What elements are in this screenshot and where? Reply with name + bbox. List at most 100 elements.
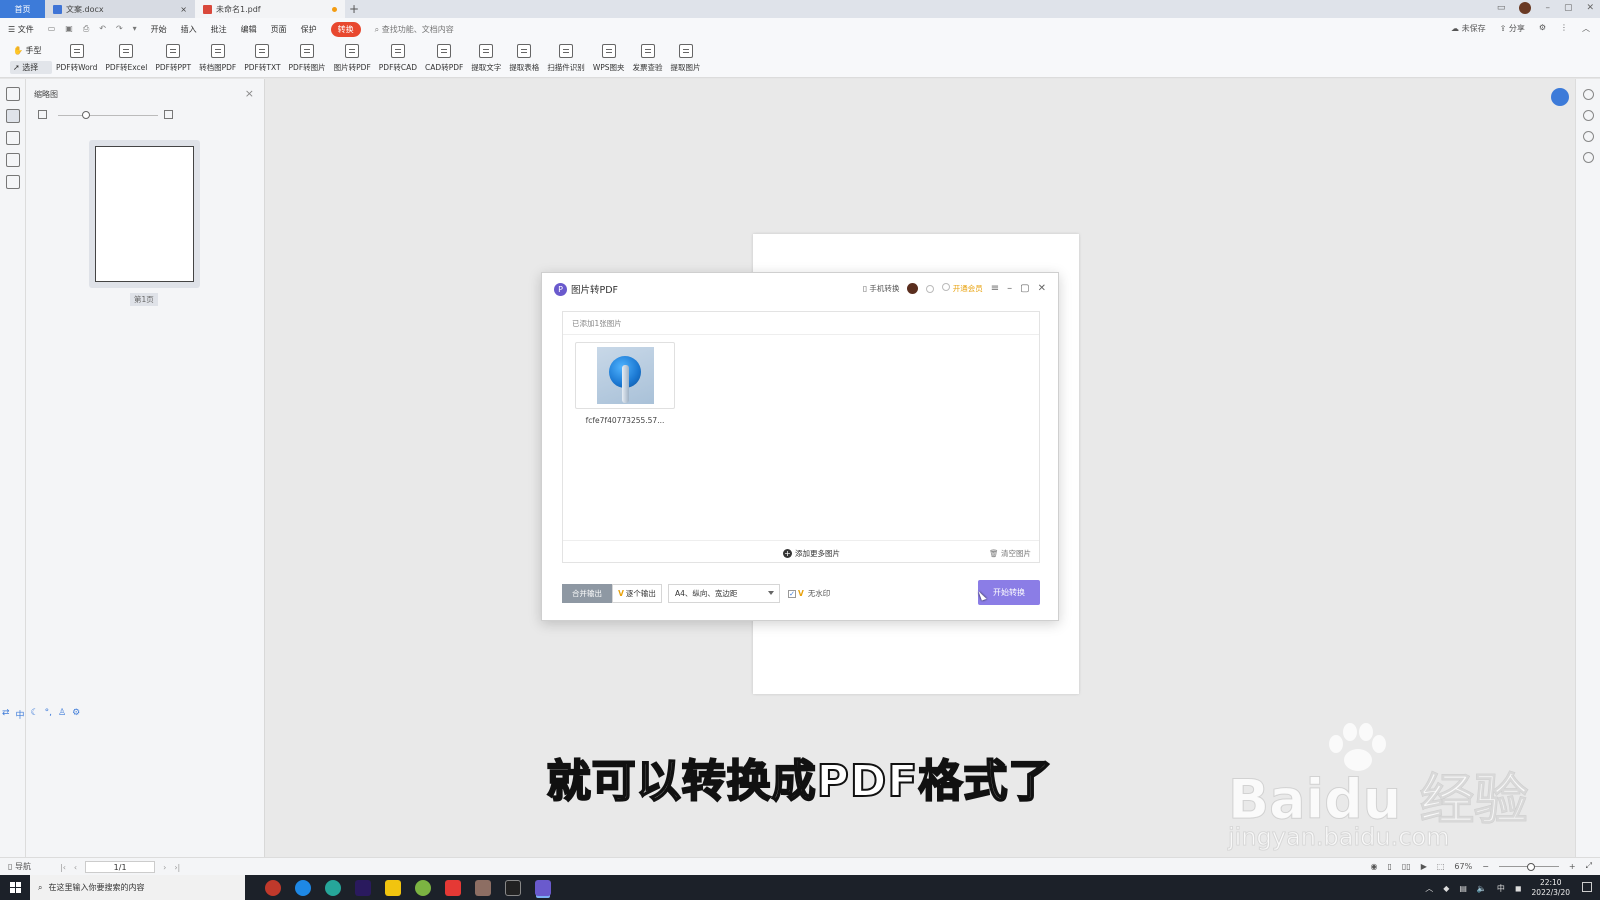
menu-item-insert[interactable]: 插入 (181, 24, 197, 35)
merge-output-button[interactable]: 合并输出 (562, 584, 612, 603)
floating-action-icon[interactable] (1551, 88, 1569, 106)
mobile-convert-button[interactable]: ▯ 手机转换 (863, 283, 900, 294)
eye-protection-icon[interactable]: ◉ (1370, 862, 1377, 871)
close-window-icon[interactable]: ✕ (1586, 3, 1594, 13)
file-explorer-icon[interactable] (385, 879, 401, 896)
menu-item-annotate[interactable]: 批注 (211, 24, 227, 35)
pdf-app-icon[interactable] (535, 879, 551, 896)
print-icon[interactable]: ⎙ (83, 24, 89, 34)
add-more-images-button[interactable]: + 添加更多图片 (783, 548, 840, 559)
taskbar-search[interactable]: ⌕ 在这里输入你要搜索的内容 (30, 875, 245, 900)
wps-icon[interactable] (445, 879, 461, 896)
no-watermark-checkbox[interactable]: ✓ V 无水印 (788, 588, 830, 599)
tab-document-pdf[interactable]: 未命名1.pdf (195, 0, 345, 18)
extract-text-button[interactable]: 提取文字 (467, 44, 505, 73)
premiere-icon[interactable] (355, 879, 371, 896)
chevron-down-icon[interactable]: ▾ (133, 24, 137, 34)
thumbnail-icon[interactable] (5, 109, 20, 123)
settings-icon[interactable]: ⚙ (1539, 23, 1546, 34)
tab-document-docx[interactable]: 文案.docx × (45, 0, 195, 18)
gear-icon[interactable]: ⚙ (72, 708, 80, 721)
zoom-slider[interactable] (1498, 862, 1559, 871)
wps-folder-button[interactable]: WPS图夹 (589, 44, 629, 73)
fit-width-icon[interactable]: ⬚ (1437, 862, 1445, 871)
redo-icon[interactable]: ↷ (116, 24, 123, 34)
invoice-check-button[interactable]: 发票查验 (629, 44, 667, 73)
zoom-out-icon[interactable]: − (1482, 862, 1489, 871)
start-convert-button[interactable]: 开始转换 (978, 580, 1040, 605)
pdf-to-cad-button[interactable]: PDF转CAD (375, 44, 421, 73)
punctuation-icon[interactable]: °, (45, 708, 52, 721)
thumbnail-zoom-slider[interactable] (38, 109, 188, 121)
close-icon[interactable]: × (245, 87, 254, 100)
extract-image-button[interactable]: 提取图片 (667, 44, 705, 73)
page-setting-select[interactable]: A4、纵向、宽边距 (668, 584, 780, 603)
feature-search[interactable]: ⌕ 查找功能、文档内容 (375, 24, 454, 35)
capcut-icon[interactable] (505, 879, 521, 896)
close-icon[interactable]: ✕ (1038, 283, 1046, 294)
security-icon[interactable]: ◼ (1515, 884, 1522, 893)
restore-layout-icon[interactable]: ▭ (1497, 3, 1506, 13)
vip-button[interactable]: 开通会员 (942, 283, 983, 294)
zoom-out-icon[interactable] (38, 110, 47, 119)
properties-icon[interactable] (1582, 152, 1594, 163)
menu-item-start[interactable]: 开始 (151, 24, 167, 35)
record-app-icon[interactable] (265, 879, 281, 896)
collapse-icon[interactable]: ︿ (1582, 23, 1590, 34)
image-pdf-button[interactable]: 转档图PDF (195, 44, 240, 73)
menu-item-protect[interactable]: 保护 (301, 24, 317, 35)
select-tool[interactable]: ➚ 选择 (10, 60, 52, 74)
edge-dev-icon[interactable] (325, 879, 341, 896)
scan-ocr-button[interactable]: 扫描件识别 (543, 44, 589, 73)
comment-icon[interactable] (5, 131, 20, 145)
maximize-icon[interactable]: ▢ (1564, 3, 1573, 13)
help-icon[interactable] (1582, 131, 1594, 142)
page-number-input[interactable]: 1/1 (85, 861, 156, 873)
double-page-view-icon[interactable]: ▯▯ (1402, 862, 1411, 871)
attachment-icon[interactable] (5, 153, 20, 167)
next-page-icon[interactable]: › (163, 863, 166, 872)
undo-icon[interactable]: ↶ (99, 24, 106, 34)
pdf-to-ppt-button[interactable]: PDF转PPT (151, 44, 195, 73)
pdf-to-excel-button[interactable]: PDF转Excel (101, 44, 151, 73)
open-icon[interactable]: ▭ (48, 24, 56, 34)
separate-output-button[interactable]: V 逐个输出 (612, 584, 662, 603)
network-icon[interactable]: ▤ (1459, 884, 1467, 893)
cad-to-pdf-button[interactable]: CAD转PDF (421, 44, 467, 73)
tray-app-icon[interactable]: ◆ (1443, 884, 1449, 893)
slider-knob[interactable] (82, 111, 90, 119)
play-icon[interactable]: ▶ (1421, 862, 1427, 871)
maximize-icon[interactable]: ▢ (1020, 283, 1029, 294)
volume-icon[interactable]: 🔈 (1477, 884, 1487, 893)
pdf-to-txt-button[interactable]: PDF转TXT (240, 44, 284, 73)
menu-item-page[interactable]: 页面 (271, 24, 287, 35)
pdf-to-image-button[interactable]: PDF转图片 (285, 44, 330, 73)
page-thumbnail[interactable] (89, 140, 200, 288)
chrome-icon[interactable] (415, 879, 431, 896)
minimize-icon[interactable]: – (1007, 283, 1012, 294)
first-page-icon[interactable]: |‹ (60, 863, 66, 872)
last-page-icon[interactable]: ›| (174, 863, 180, 872)
fullscreen-icon[interactable]: ⤢ (1586, 861, 1592, 871)
file-menu[interactable]: ☰ 文件 (8, 24, 34, 35)
menu-item-edit[interactable]: 编辑 (241, 24, 257, 35)
more-icon[interactable]: ⋮ (1560, 23, 1568, 34)
edge-browser-icon[interactable] (295, 879, 311, 896)
zoom-level[interactable]: 67% (1454, 862, 1472, 871)
user-icon[interactable]: ♙ (58, 708, 66, 721)
minimize-icon[interactable]: – (1545, 3, 1550, 13)
ime-indicator[interactable]: 中 (1497, 883, 1505, 894)
translate-icon[interactable] (1582, 110, 1594, 121)
extract-table-button[interactable]: 提取表格 (505, 44, 543, 73)
moon-icon[interactable]: ☾ (31, 708, 39, 721)
checkbox-icon[interactable]: ✓ (788, 589, 796, 598)
hand-tool[interactable]: ✋ 手型 (10, 44, 52, 57)
ime-switch-icon[interactable]: ⇄ (2, 708, 10, 721)
save-icon[interactable]: ▣ (65, 24, 73, 34)
user-avatar[interactable] (1519, 2, 1532, 14)
zoom-in-icon[interactable] (164, 110, 173, 119)
menu-icon[interactable]: ≡ (991, 283, 999, 294)
image-to-pdf-button[interactable]: 图片转PDF (330, 44, 375, 73)
prev-page-icon[interactable]: ‹ (74, 863, 77, 872)
image-item[interactable] (575, 342, 675, 409)
